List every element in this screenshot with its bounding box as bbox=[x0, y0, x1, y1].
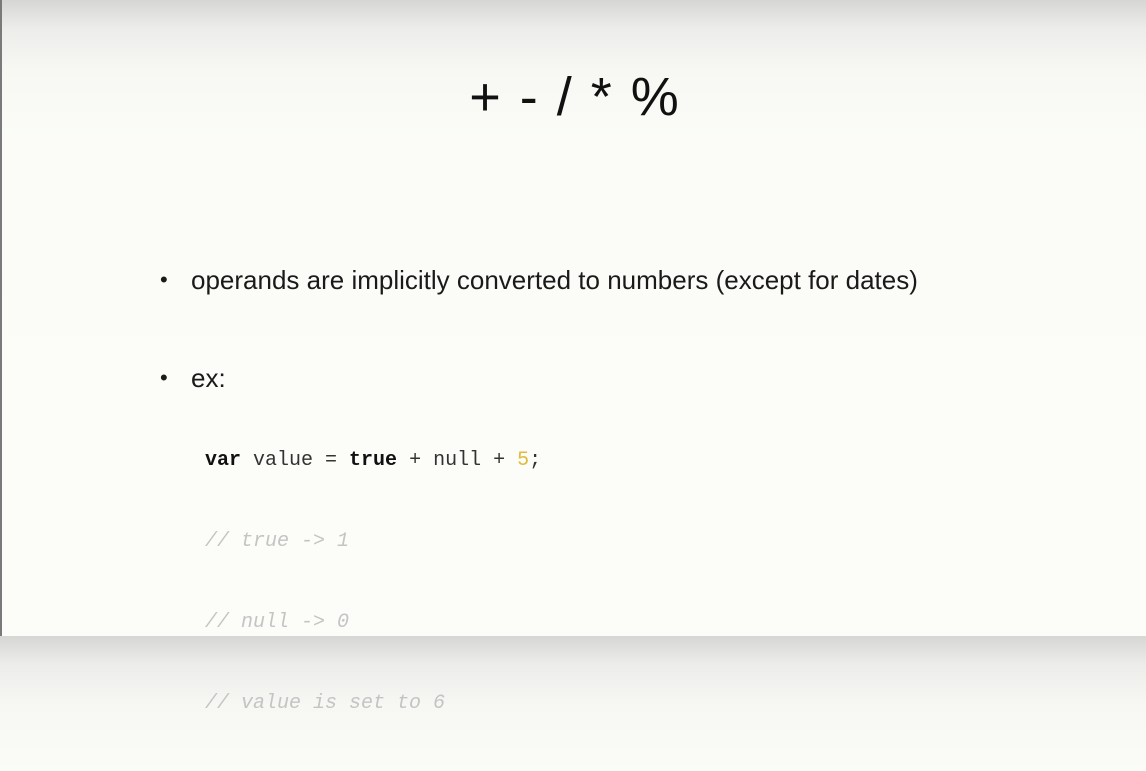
bullet-text: operands are implicitly converted to num… bbox=[191, 265, 918, 295]
code-text: value = bbox=[241, 449, 350, 472]
code-keyword: true bbox=[349, 449, 398, 472]
bullet-marker: • bbox=[160, 365, 168, 390]
bullet-text: ex: bbox=[191, 363, 226, 393]
code-text: ; bbox=[529, 449, 542, 472]
bullet-marker: • bbox=[160, 267, 168, 292]
code-comment: // value is set to 6 bbox=[205, 692, 446, 715]
code-text: + null + bbox=[397, 449, 518, 472]
slide-title: + - / * % bbox=[469, 67, 681, 127]
code-example: var value = true + null + 5; // true -> … bbox=[205, 393, 541, 771]
code-number: 5 bbox=[517, 449, 530, 472]
code-line: var value = true + null + 5; bbox=[205, 447, 541, 474]
slide: + - / * % • operands are implicitly conv… bbox=[0, 0, 1146, 715]
code-keyword: var bbox=[205, 449, 242, 472]
code-comment: // null -> 0 bbox=[205, 611, 350, 634]
code-comment: // true -> 1 bbox=[205, 530, 350, 553]
